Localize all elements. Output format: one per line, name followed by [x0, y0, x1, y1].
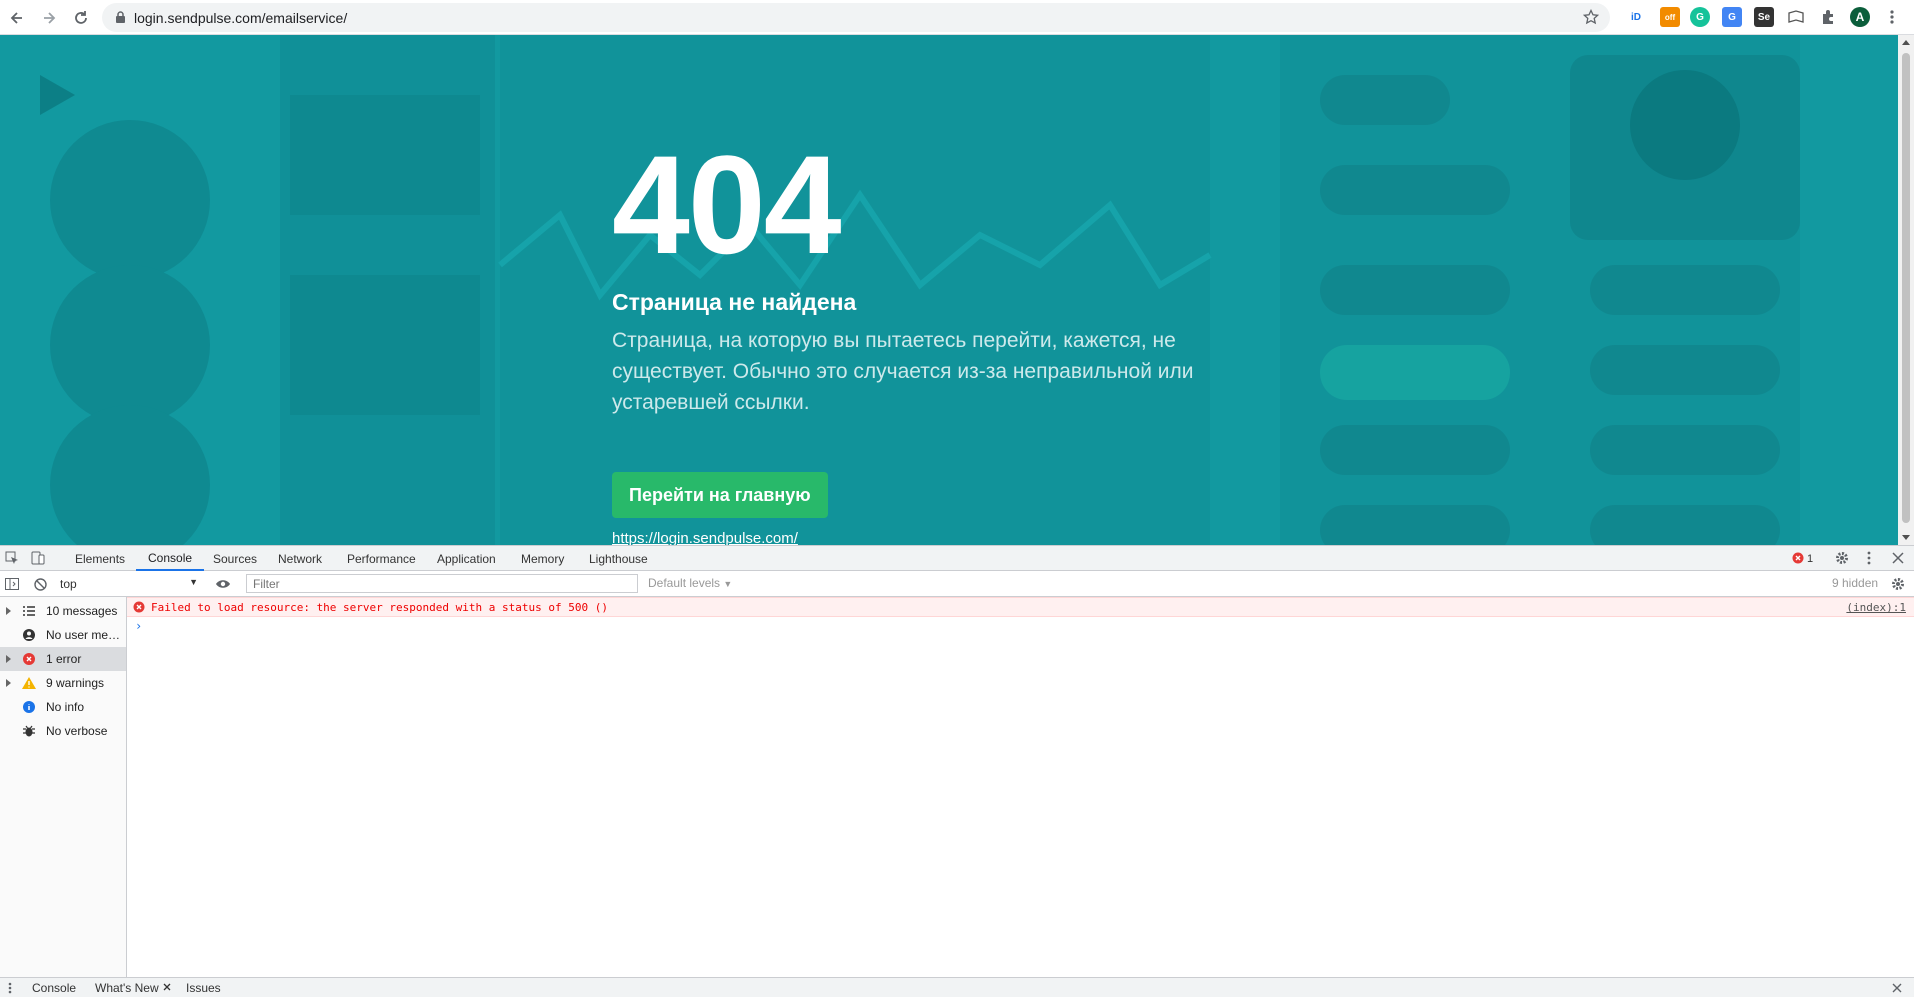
filter-input[interactable]	[246, 574, 638, 593]
sidebar-item-messages[interactable]: 10 messages	[0, 599, 126, 623]
live-expression-eye-icon[interactable]	[214, 576, 232, 592]
device-toolbar-icon[interactable]	[30, 550, 46, 566]
home-link[interactable]: https://login.sendpulse.com/	[612, 530, 798, 545]
drawer-tab-issues[interactable]: Issues	[186, 981, 221, 995]
tab-application[interactable]: Application	[437, 546, 496, 571]
sidebar-toggle-icon[interactable]	[4, 576, 20, 592]
tab-network[interactable]: Network	[278, 546, 322, 571]
reload-icon[interactable]	[68, 5, 94, 31]
tab-memory[interactable]: Memory	[521, 546, 564, 571]
error-count[interactable]: 1	[1807, 546, 1813, 571]
lock-icon	[112, 10, 128, 26]
console-prompt[interactable]: ›	[135, 619, 142, 633]
devtools-menu-icon[interactable]	[1864, 550, 1874, 566]
browser-menu-icon[interactable]	[1882, 7, 1902, 27]
bookmark-star-icon[interactable]	[1582, 8, 1600, 26]
tab-elements[interactable]: Elements	[75, 546, 125, 571]
drawer-tab-console[interactable]: Console	[32, 981, 76, 995]
hidden-count: 9 hidden	[1832, 576, 1879, 590]
back-icon[interactable]	[4, 5, 30, 31]
context-value: top	[60, 577, 77, 591]
devtools-panel: Elements Console Sources Network Perform…	[0, 545, 1914, 997]
error-count-icon[interactable]	[1791, 551, 1805, 565]
address-bar[interactable]: login.sendpulse.com/emailservice/	[102, 3, 1610, 32]
expand-triangle-icon[interactable]	[6, 679, 11, 687]
tab-performance[interactable]: Performance	[347, 546, 416, 571]
page-viewport: 404 Страница не найдена Страница, на кот…	[0, 35, 1898, 545]
console-message-error[interactable]: Failed to load resource: the server resp…	[127, 597, 1914, 617]
tab-lighthouse[interactable]: Lighthouse	[589, 546, 648, 571]
scrollbar-thumb[interactable]	[1902, 53, 1910, 523]
inspect-element-icon[interactable]	[4, 550, 20, 566]
error-icon	[22, 652, 36, 666]
user-icon	[22, 628, 36, 642]
context-selector[interactable]: top ▼	[60, 575, 198, 593]
sidebar-item-label: 1 error	[46, 652, 82, 666]
id-extension-icon[interactable]: iD	[1626, 7, 1646, 27]
error-title: Страница не найдена	[612, 289, 857, 315]
clear-console-icon[interactable]	[32, 576, 48, 592]
sidebar-item-label: 9 warnings	[46, 676, 105, 690]
log-levels-dropdown[interactable]: Default levels ▼	[648, 576, 732, 590]
go-home-button[interactable]: Перейти на главную	[612, 472, 828, 518]
close-drawer-icon[interactable]	[1890, 981, 1904, 995]
expand-triangle-icon[interactable]	[6, 607, 11, 615]
forward-icon[interactable]	[36, 5, 62, 31]
expand-triangle-icon[interactable]	[6, 655, 11, 663]
console-toolbar: top ▼ Default levels ▼ 9 hidden	[0, 571, 1914, 597]
error-code: 404	[612, 126, 842, 283]
warning-icon	[22, 676, 36, 690]
list-icon	[22, 604, 36, 618]
error-description: Страница, на которую вы пытаетесь перейт…	[612, 329, 1194, 414]
console-sidebar: 10 messages No user messages 1 error 9 w…	[0, 597, 127, 977]
extensions-puzzle-icon[interactable]	[1818, 7, 1838, 27]
reader-extension-icon[interactable]	[1786, 7, 1806, 27]
se-extension-icon[interactable]: Se	[1754, 7, 1774, 27]
close-tab-icon[interactable]	[162, 981, 172, 993]
scroll-down-arrow-icon[interactable]	[1902, 535, 1910, 540]
translate-extension-icon[interactable]: G	[1722, 7, 1742, 27]
scroll-up-arrow-icon[interactable]	[1902, 40, 1910, 45]
sidebar-item-errors[interactable]: 1 error	[0, 647, 126, 671]
drawer-menu-icon[interactable]	[6, 981, 14, 995]
url-text: login.sendpulse.com/emailservice/	[134, 9, 348, 26]
page-scrollbar[interactable]	[1898, 35, 1914, 545]
sidebar-item-warnings[interactable]: 9 warnings	[0, 671, 126, 695]
tab-console[interactable]: Console	[136, 546, 205, 571]
profile-avatar[interactable]: A	[1850, 7, 1870, 27]
sidebar-item-label: No info	[46, 700, 85, 714]
error-message-text: Failed to load resource: the server resp…	[151, 601, 608, 614]
tab-sources[interactable]: Sources	[213, 546, 257, 571]
console-settings-gear-icon[interactable]	[1890, 576, 1906, 592]
off-extension-icon[interactable]: off	[1660, 7, 1680, 27]
browser-toolbar: login.sendpulse.com/emailservice/ iD off…	[0, 0, 1914, 35]
sidebar-item-verbose[interactable]: No verbose	[0, 719, 126, 743]
sidebar-item-label: 10 messages	[46, 604, 118, 618]
error-icon	[133, 601, 145, 613]
info-icon	[22, 700, 36, 714]
settings-gear-icon[interactable]	[1834, 550, 1850, 566]
sidebar-item-label: No user messages	[46, 628, 122, 642]
close-devtools-icon[interactable]	[1890, 550, 1906, 566]
sidebar-item-label: No verbose	[46, 724, 108, 738]
levels-caret-icon: ▼	[723, 579, 733, 589]
devtools-tabbar: Elements Console Sources Network Perform…	[0, 545, 1914, 571]
caret-down-icon: ▼	[189, 577, 198, 587]
console-output[interactable]: Failed to load resource: the server resp…	[127, 597, 1914, 977]
grammarly-extension-icon[interactable]: G	[1690, 7, 1710, 27]
monitor-background-illustration	[0, 35, 1898, 545]
devtools-drawer: Console What's New Issues	[0, 977, 1914, 997]
drawer-tab-whats-new[interactable]: What's New	[95, 981, 159, 995]
sidebar-item-user-messages[interactable]: No user messages	[0, 623, 126, 647]
sidebar-item-info[interactable]: No info	[0, 695, 126, 719]
bug-icon	[22, 724, 36, 738]
error-source-link[interactable]: (index):1	[1846, 601, 1906, 614]
log-levels-label: Default levels	[648, 576, 721, 590]
